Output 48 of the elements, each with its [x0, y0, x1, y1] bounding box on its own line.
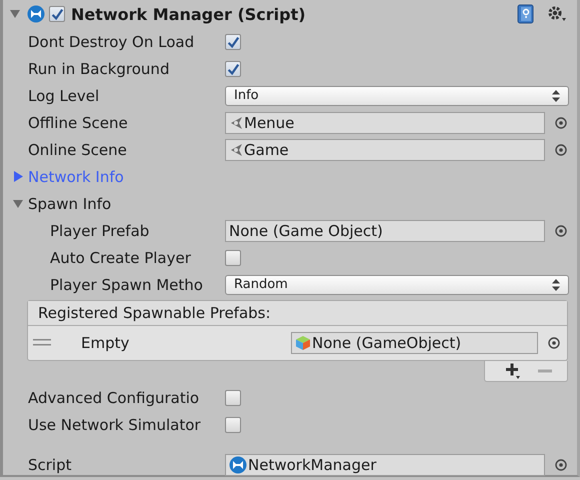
plus-icon [505, 363, 521, 379]
field-label: Use Network Simulator [28, 416, 202, 434]
object-picker-icon[interactable] [548, 337, 560, 349]
checkbox[interactable] [225, 390, 241, 406]
field-label: Advanced Configuratio [28, 388, 200, 406]
object-field[interactable]: NetworkManager [225, 454, 545, 476]
scene-icon [229, 142, 243, 156]
checkbox[interactable] [225, 250, 241, 266]
dropdown[interactable]: Info [225, 86, 569, 106]
triangle-down-icon[interactable] [9, 8, 21, 20]
object-field[interactable]: None (Game Object) [225, 220, 545, 242]
network-icon [229, 456, 247, 474]
checkbox[interactable] [49, 6, 65, 22]
list-header: Registered Spawnable Prefabs: [28, 301, 567, 326]
cube-icon [295, 335, 311, 351]
element-label: Empty [80, 334, 130, 352]
minus-icon [538, 369, 552, 373]
field-label: Player Prefab [50, 222, 150, 240]
triangle-right-icon [12, 170, 24, 183]
dropdown[interactable]: Random [225, 274, 569, 294]
object-picker-icon[interactable] [555, 224, 567, 236]
drag-handle-icon[interactable] [33, 339, 51, 347]
object-picker-icon[interactable] [555, 458, 567, 470]
settings-icon[interactable] [547, 5, 567, 23]
object-picker-icon[interactable] [555, 144, 567, 156]
field-label: Offline Scene [28, 114, 129, 132]
checkbox[interactable] [225, 60, 241, 76]
component-title: Network Manager (Script) [71, 4, 306, 24]
field-label: Online Scene [28, 140, 128, 158]
object-field[interactable]: Game [225, 138, 545, 160]
field-label: Run in Background [28, 60, 170, 78]
updown-arrow-icon [552, 90, 560, 102]
field-label: Script [28, 456, 73, 474]
object-picker-icon[interactable] [555, 116, 567, 128]
field-label: Log Level [28, 86, 100, 104]
updown-arrow-icon [552, 278, 560, 290]
object-field[interactable]: Menue [225, 112, 545, 134]
scene-icon [229, 116, 243, 130]
network-icon [27, 5, 45, 23]
field-label: Dont Destroy On Load [28, 32, 196, 50]
help-book-icon[interactable] [517, 4, 535, 24]
triangle-down-icon [12, 198, 24, 210]
checkbox[interactable] [225, 34, 241, 50]
field-label: Auto Create Player [50, 248, 192, 266]
object-field[interactable]: None (GameObject) [291, 332, 538, 354]
checkbox[interactable] [225, 416, 241, 432]
foldout[interactable]: Spawn Info [12, 194, 112, 212]
field-label: Player Spawn Metho [50, 276, 204, 294]
